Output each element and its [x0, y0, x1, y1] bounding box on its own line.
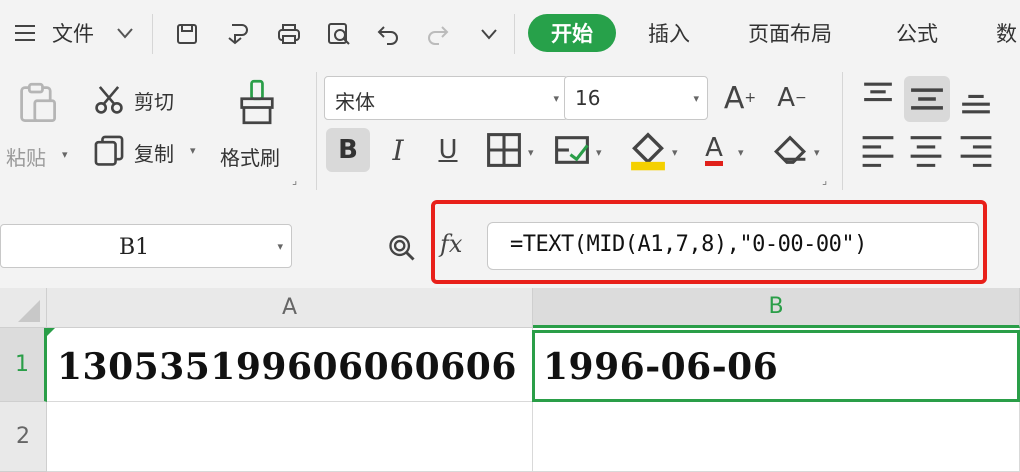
column-header-b[interactable]: B [533, 288, 1020, 328]
group-launcher-icon[interactable]: ⌟ [292, 174, 297, 187]
triangle-icon [18, 300, 40, 322]
menu-icon[interactable] [8, 18, 42, 48]
borders-button[interactable] [484, 130, 524, 170]
italic-button[interactable]: I [378, 128, 418, 172]
tab-page-layout[interactable]: 页面布局 [748, 18, 832, 48]
cell-a1[interactable]: 130535199606060606 [47, 328, 533, 402]
paint-bucket-icon [631, 132, 665, 171]
font-color-button[interactable]: A [694, 128, 734, 172]
increase-font-icon: A [723, 80, 745, 116]
divider [316, 72, 317, 190]
chevron-down-icon[interactable] [112, 22, 138, 44]
font-name-select[interactable]: 宋体 ▾ [324, 76, 568, 120]
align-center-button[interactable] [906, 130, 946, 170]
align-top-button[interactable] [858, 78, 898, 118]
font-color-icon: A [705, 135, 723, 166]
name-box[interactable]: B1 ▾ [0, 224, 292, 268]
clear-format-button[interactable] [770, 130, 810, 170]
divider [842, 72, 843, 190]
tab-insert[interactable]: 插入 [648, 18, 690, 48]
cell-a1-value: 130535199606060606 [57, 346, 517, 388]
font-name-value: 宋体 [335, 90, 375, 114]
cut-label[interactable]: 剪切 [134, 86, 174, 115]
active-cell-border [532, 330, 1020, 402]
copy-label[interactable]: 复制 [134, 138, 174, 167]
align-right-button[interactable] [956, 130, 996, 170]
decrease-font-icon: A [777, 83, 796, 113]
formula-input[interactable]: =TEXT(MID(A1,7,8),"0-00-00") [487, 222, 979, 270]
print-icon[interactable] [272, 18, 306, 50]
tab-data[interactable]: 数 [996, 18, 1017, 48]
align-right-icon [960, 136, 992, 167]
undo-icon[interactable] [372, 18, 406, 50]
format-painter-icon[interactable] [230, 74, 284, 130]
chevron-down-icon: ▾ [553, 92, 559, 105]
minus-icon: − [795, 90, 807, 106]
column-header-a[interactable]: A [47, 288, 533, 328]
increase-font-size-button[interactable]: A + [718, 78, 762, 118]
scissors-icon[interactable] [92, 84, 126, 116]
name-box-value: B1 [119, 235, 150, 260]
font-size-select[interactable]: 16 ▾ [564, 76, 708, 120]
align-bottom-button[interactable] [956, 78, 996, 118]
fill-color-dropdown-icon[interactable]: ▾ [672, 146, 678, 159]
borders-icon [487, 133, 521, 167]
cell-a2[interactable] [47, 402, 533, 472]
font-color-dropdown-icon[interactable]: ▾ [738, 146, 744, 159]
align-left-button[interactable] [858, 130, 898, 170]
decrease-font-size-button[interactable]: A − [770, 78, 814, 118]
row-header-2[interactable]: 2 [0, 402, 47, 472]
underline-button[interactable]: U [428, 128, 468, 172]
underline-icon: U [438, 135, 458, 165]
format-painter-label[interactable]: 格式刷 [220, 142, 280, 171]
divider [514, 14, 515, 54]
merge-cells-icon [555, 136, 589, 164]
chevron-down-icon: ▾ [277, 240, 283, 253]
align-middle-button[interactable] [904, 76, 950, 122]
merge-cells-button[interactable] [552, 130, 592, 170]
cell-b2[interactable] [533, 402, 1020, 472]
align-top-icon [864, 82, 892, 102]
paste-label[interactable]: 粘贴 [6, 142, 46, 171]
zoom-search-icon[interactable] [384, 230, 420, 266]
chevron-down-icon: ▾ [693, 92, 699, 105]
clear-dropdown-icon[interactable]: ▾ [814, 146, 820, 159]
fx-icon[interactable]: fx [440, 230, 462, 258]
group-launcher-icon[interactable]: ⌟ [822, 174, 827, 187]
paste-dropdown-icon[interactable]: ▾ [62, 148, 68, 161]
bold-icon: B [338, 135, 358, 165]
save-icon[interactable] [170, 18, 204, 50]
select-all-corner[interactable] [0, 288, 47, 328]
print-preview-icon[interactable] [322, 18, 356, 50]
align-center-icon [910, 136, 942, 167]
paste-icon[interactable] [12, 78, 62, 128]
borders-dropdown-icon[interactable]: ▾ [528, 146, 534, 159]
align-bottom-icon [962, 94, 990, 114]
eraser-icon [773, 135, 807, 164]
copy-dropdown-icon[interactable]: ▾ [190, 144, 196, 157]
align-left-icon [862, 136, 894, 167]
ribbon: 粘贴 ▾ 剪切 复制 ▾ 格式刷 ⌟ 宋体 ▾ 16 ▾ A + A − B I U… [0, 66, 1020, 196]
row-header-1[interactable]: 1 [0, 328, 47, 402]
font-size-value: 16 [575, 86, 601, 110]
divider [152, 14, 153, 54]
plus-icon: + [744, 90, 757, 106]
tab-formulas[interactable]: 公式 [896, 18, 938, 48]
copy-icon[interactable] [92, 134, 126, 166]
tab-home[interactable]: 开始 [528, 14, 616, 52]
redo-icon[interactable] [420, 18, 454, 50]
menu-bar: 文件 开始 插入 页面布局 公式 数 [0, 0, 1020, 66]
file-menu-label[interactable]: 文件 [52, 18, 94, 48]
merge-dropdown-icon[interactable]: ▾ [596, 146, 602, 159]
italic-icon: I [392, 133, 404, 167]
output-icon[interactable] [222, 18, 256, 50]
fill-color-button[interactable] [626, 130, 670, 171]
bold-button[interactable]: B [326, 128, 370, 172]
formula-text: =TEXT(MID(A1,7,8),"0-00-00") [510, 232, 867, 257]
align-middle-icon [911, 88, 943, 110]
quick-access-dropdown-icon[interactable] [474, 22, 504, 46]
error-indicator-icon [47, 328, 55, 336]
